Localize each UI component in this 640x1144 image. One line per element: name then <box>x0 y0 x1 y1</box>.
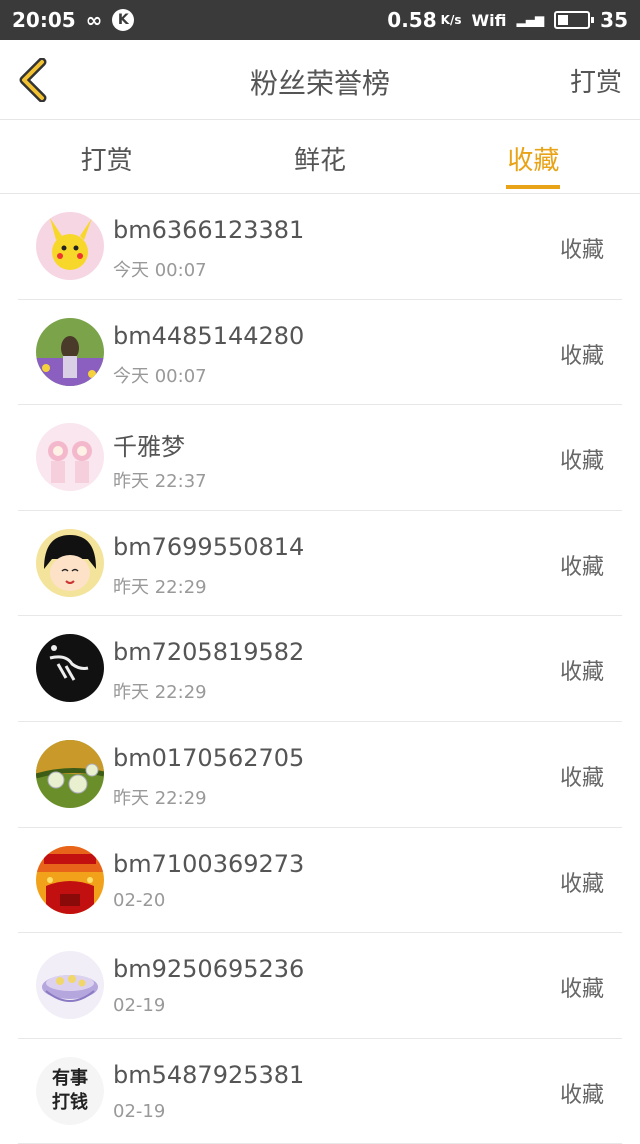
fan-name: 千雅梦 <box>113 433 185 462</box>
fan-time: 今天 00:07 <box>113 365 207 387</box>
fan-time: 昨天 22:29 <box>113 787 207 809</box>
fan-action-tag: 收藏 <box>559 660 604 686</box>
avatar-text-line: 打钱 <box>52 1091 88 1113</box>
fan-action-tag: 收藏 <box>559 977 604 1003</box>
top-bar: 粉丝荣誉榜 打赏 <box>0 40 640 120</box>
tab-bar: 打赏 鲜花 收藏 <box>0 120 640 194</box>
fan-action-tag: 收藏 <box>559 449 604 475</box>
new-year-avatar <box>36 845 104 914</box>
network-speed: 0.58 <box>387 8 437 32</box>
tab-favorites[interactable]: 收藏 <box>427 120 640 193</box>
list-item[interactable]: bm7205819582 昨天 22:29 收藏 <box>0 616 640 722</box>
fan-action-tag: 收藏 <box>559 1082 604 1108</box>
crystal-bowl-avatar <box>36 951 104 1020</box>
fan-time: 昨天 22:29 <box>113 682 207 704</box>
fan-name: bm0170562705 <box>113 743 305 772</box>
list-item[interactable]: 有事 打钱 bm5487925381 02-19 收藏 <box>0 1039 640 1144</box>
battery-icon <box>554 11 595 29</box>
black-hand-avatar <box>36 634 104 703</box>
fan-time: 02-19 <box>113 1100 166 1122</box>
list-item[interactable]: bm7100369273 02-20 收藏 <box>0 828 640 934</box>
fan-name: bm9250695236 <box>113 955 305 984</box>
network-speed-unit: K/s <box>440 13 462 27</box>
fan-name: bm7699550814 <box>113 532 305 561</box>
fan-action-tag: 收藏 <box>559 554 604 580</box>
fan-time: 昨天 22:29 <box>113 576 207 598</box>
list-item[interactable]: 千雅梦 昨天 22:37 收藏 <box>0 405 640 511</box>
list-item[interactable]: bm0170562705 昨天 22:29 收藏 <box>0 722 640 828</box>
fan-action-tag: 收藏 <box>559 765 604 791</box>
k-badge-icon: K <box>112 9 135 31</box>
fan-name: bm7100369273 <box>113 849 305 878</box>
girl-field-avatar <box>36 317 104 386</box>
fan-name: bm6366123381 <box>113 216 305 244</box>
status-bar: 20:05 ∞ K 0.58 K/s Wifi ▂▄▆ 35 <box>0 0 640 40</box>
text-avatar: 有事 打钱 <box>36 1056 104 1125</box>
fan-name: bm4485144280 <box>113 321 305 350</box>
fan-name: bm5487925381 <box>113 1060 305 1089</box>
fan-action-tag: 收藏 <box>559 343 604 369</box>
list-item[interactable]: bm4485144280 今天 00:07 收藏 <box>0 300 640 406</box>
fan-time: 今天 00:07 <box>113 260 207 281</box>
fan-time: 02-19 <box>113 995 166 1017</box>
pikachu-avatar <box>36 212 104 280</box>
status-time: 20:05 <box>12 8 76 32</box>
fan-time: 02-20 <box>113 889 166 911</box>
list-item[interactable]: bm7699550814 昨天 22:29 收藏 <box>0 511 640 617</box>
list-item[interactable]: bm9250695236 02-19 收藏 <box>0 933 640 1039</box>
infinity-icon: ∞ <box>85 8 103 32</box>
reward-button[interactable]: 打赏 <box>570 62 622 99</box>
page-title: 粉丝荣誉榜 <box>249 67 390 100</box>
anime-pink-avatar <box>36 423 104 492</box>
fan-name: bm7205819582 <box>113 638 305 667</box>
list-item[interactable]: bm6366123381 今天 00:07 收藏 <box>0 194 640 300</box>
wifi-icon: Wifi <box>471 10 507 30</box>
battery-level: 35 <box>600 8 628 32</box>
avatar-text-line: 有事 <box>52 1068 88 1090</box>
tab-reward[interactable]: 打赏 <box>0 120 213 193</box>
fan-list: bm6366123381 今天 00:07 收藏 bm4485144280 今天… <box>0 194 640 1144</box>
cartoon-girl-avatar <box>36 528 104 597</box>
dewdrops-avatar <box>36 739 104 808</box>
fan-time: 昨天 22:37 <box>113 471 207 493</box>
fan-action-tag: 收藏 <box>559 871 604 897</box>
tab-flowers[interactable]: 鲜花 <box>213 120 426 193</box>
fan-action-tag: 收藏 <box>559 238 604 263</box>
signal-icon: ▂▄▆ <box>516 13 545 27</box>
